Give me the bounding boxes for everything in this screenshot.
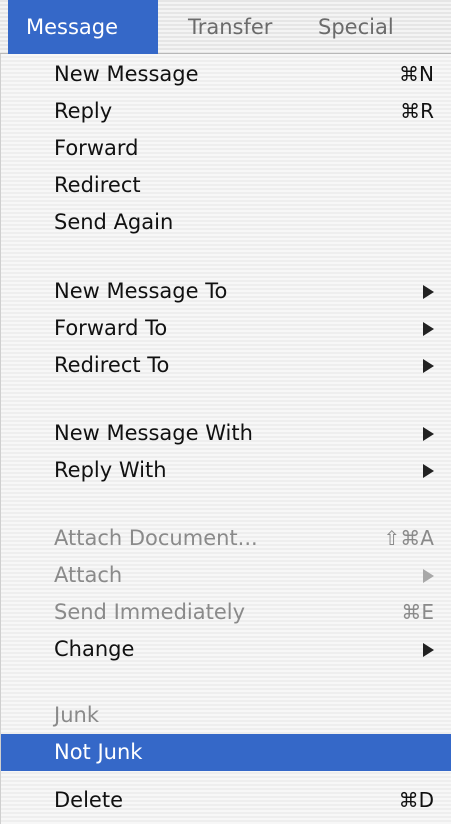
menu-item-label: Delete — [54, 788, 123, 812]
menu-item-change[interactable]: Change — [1, 631, 451, 668]
menu-title-message[interactable]: Message — [8, 0, 158, 54]
submenu-arrow-icon — [423, 285, 434, 299]
menu-item-new-message[interactable]: New Message ⌘N — [1, 56, 451, 93]
menu-item-label: Change — [54, 637, 135, 661]
menu-item-label: Attach — [54, 563, 123, 587]
menu-item-new-message-to[interactable]: New Message To — [1, 273, 451, 310]
menu-item-delete[interactable]: Delete ⌘D — [1, 782, 451, 819]
submenu-arrow-icon — [423, 569, 434, 583]
submenu-arrow-icon — [423, 643, 434, 657]
menu-title-special[interactable]: Special — [300, 0, 451, 54]
menu-item-label: Not Junk — [54, 740, 143, 764]
menu-item-label: Junk — [54, 703, 99, 727]
menu-item-label: Reply With — [54, 458, 167, 482]
shortcut-label: ⌘D — [398, 788, 434, 812]
menu-item-attach-document: Attach Document... ⇧⌘A — [1, 520, 451, 557]
menu-item-send-immediately: Send Immediately ⌘E — [1, 594, 451, 631]
menu-item-forward-to[interactable]: Forward To — [1, 310, 451, 347]
message-menu: New Message ⌘N Reply ⌘R Forward Redirect… — [0, 54, 451, 824]
menu-item-junk: Junk — [1, 697, 451, 734]
menu-item-send-again[interactable]: Send Again — [1, 204, 451, 241]
menu-item-label: Attach Document... — [54, 526, 258, 550]
menu-item-label: New Message With — [54, 421, 253, 445]
menu-title-transfer[interactable]: Transfer — [170, 0, 305, 54]
shortcut-label: ⌘E — [401, 600, 434, 624]
menu-item-label: New Message To — [54, 279, 228, 303]
shortcut-label: ⌘R — [400, 99, 434, 123]
menu-item-not-junk[interactable]: Not Junk — [1, 734, 451, 771]
menu-item-label: Send Again — [54, 210, 174, 234]
menu-item-redirect-to[interactable]: Redirect To — [1, 347, 451, 384]
menu-item-label: Reply — [54, 99, 113, 123]
submenu-arrow-icon — [423, 359, 434, 373]
shortcut-label: ⇧⌘A — [383, 526, 434, 550]
menu-item-attach: Attach — [1, 557, 451, 594]
menu-item-forward[interactable]: Forward — [1, 130, 451, 167]
menu-item-reply[interactable]: Reply ⌘R — [1, 93, 451, 130]
submenu-arrow-icon — [423, 464, 434, 478]
submenu-arrow-icon — [423, 322, 434, 336]
submenu-arrow-icon — [423, 427, 434, 441]
menu-item-redirect[interactable]: Redirect — [1, 167, 451, 204]
menu-item-label: New Message — [54, 62, 199, 86]
menu-bar: Message Transfer Special — [0, 0, 451, 54]
menu-item-label: Send Immediately — [54, 600, 246, 624]
menu-item-label: Redirect To — [54, 353, 170, 377]
shortcut-label: ⌘N — [399, 62, 434, 86]
menu-item-label: Forward — [54, 136, 139, 160]
menu-item-new-message-with[interactable]: New Message With — [1, 415, 451, 452]
menu-item-label: Redirect — [54, 173, 141, 197]
menu-item-label: Forward To — [54, 316, 168, 340]
menu-item-reply-with[interactable]: Reply With — [1, 452, 451, 489]
